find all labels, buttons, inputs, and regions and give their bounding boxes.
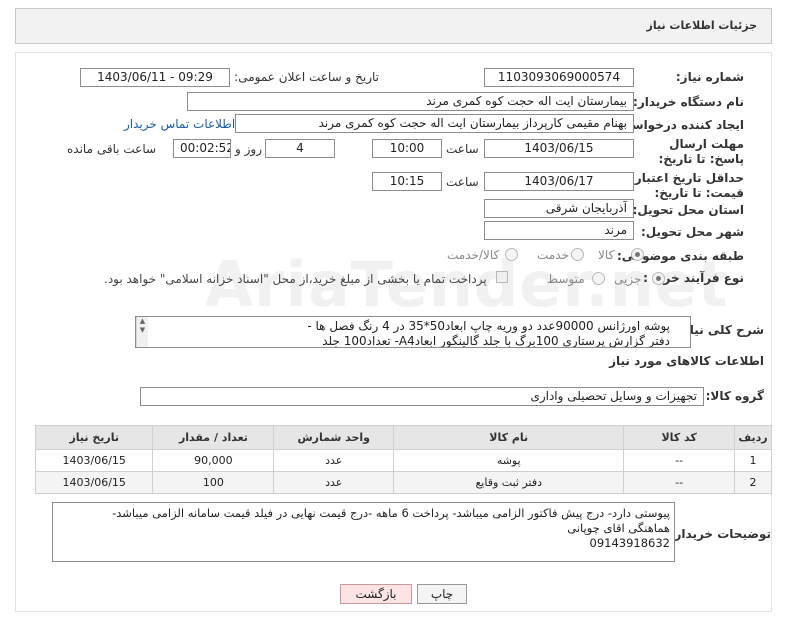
remaining-time-field[interactable]: 00:02:52 [173,139,231,158]
category-radio-both[interactable] [505,248,518,261]
deadline-time-field[interactable]: 10:00 [372,139,442,158]
validity-time-label: ساعت [446,175,479,189]
table-row: 1 -- پوشه عدد 90,000 1403/06/15 [34,449,773,472]
description-line-1: پوشه اورژانس 90000عدد دو وریه چاپ ابعاد5… [307,319,670,333]
process-radio-minor[interactable] [652,272,665,285]
buyer-notes-label: توضیحات خریدار: [669,527,771,541]
buyer-org-label: نام دستگاه خریدار: [633,95,744,109]
announce-label: تاریخ و ساعت اعلان عمومی: [234,70,379,84]
table-header-row: ردیف کد کالا نام کالا واحد شمارش تعداد /… [34,425,773,450]
need-number-label: شماره نیاز: [675,70,744,84]
col-header-name: نام کالا [393,425,625,450]
cell-unit: عدد [273,471,395,494]
category-option-both: کالا/خدمت [447,248,500,262]
cell-need-date: 1403/06/15 [34,449,154,472]
category-radio-service[interactable] [571,248,584,261]
buyer-notes-textarea[interactable]: پیوستی دارد- درج پیش فاکتور الزامی میباش… [52,502,675,562]
city-label: شهر محل تحویل: [640,225,744,239]
city-field[interactable]: مرند [484,221,634,240]
cell-unit: عدد [273,449,395,472]
cell-code: -- [623,449,735,472]
validity-time-field[interactable]: 10:15 [372,172,442,191]
province-field[interactable]: آذربایجان شرقی [484,199,634,218]
validity-date-field[interactable]: 1403/06/17 [484,172,634,191]
process-option-medium: متوسط [547,272,585,286]
treasury-checkbox[interactable] [496,271,508,283]
print-button[interactable]: چاپ [417,584,467,604]
col-header-code: کد کالا [623,425,735,450]
cell-quantity: 100 [152,471,275,494]
deadline-date-field[interactable]: 1403/06/15 [484,139,634,158]
header-panel: جزئیات اطلاعات نیاز [15,8,772,44]
deadline-label: مهلت ارسال پاسخ: تا تاریخ: [658,137,745,166]
cell-code: -- [623,471,735,494]
buyer-notes-line-3: 09143918632 [589,536,670,550]
process-option-minor: جزیی [614,272,642,286]
process-radio-medium[interactable] [592,272,605,285]
cell-name: پوشه [393,449,625,472]
category-option-goods: کالا [598,248,615,262]
cell-need-date: 1403/06/15 [34,471,154,494]
table-row: 2 -- دفتر ثبت وقایع عدد 100 1403/06/15 [34,471,773,494]
days-label: روز و [235,142,262,156]
contact-info-link[interactable]: اطلاعات تماس خریدار [124,117,235,131]
category-option-service: خدمت [537,248,569,262]
panel-title: جزئیات اطلاعات نیاز [646,19,758,32]
category-radio-goods[interactable] [631,248,644,261]
goods-group-field[interactable]: تجهیزات و وسایل تحصیلی واداری [140,387,704,406]
deadline-time-label: ساعت [446,142,479,156]
col-header-row-number: ردیف [733,425,773,450]
need-number-field[interactable]: 1103093069000574 [484,68,634,87]
cell-quantity: 90,000 [152,449,275,472]
items-table: ردیف کد کالا نام کالا واحد شمارش تعداد /… [34,425,773,494]
scroll-up-icon[interactable]: ▲ [137,317,148,326]
creator-field[interactable]: بهنام مقیمی کارپرداز بیمارستان ایت اله ح… [235,114,634,133]
col-header-quantity: تعداد / مقدار [152,425,275,450]
remaining-label: ساعت باقی مانده [67,142,157,156]
buyer-org-field[interactable]: بیمارستان ایت اله حجت کوه کمری مرند [187,92,634,111]
announce-datetime-field[interactable]: 1403/06/11 - 09:29 [80,68,230,87]
scroll-down-icon[interactable]: ▼ [137,326,148,335]
description-textarea[interactable]: پوشه اورژانس 90000عدد دو وریه چاپ ابعاد5… [135,316,691,348]
description-scrollbar[interactable]: ▲ ▼ [136,317,148,347]
description-line-2: دفتر گزارش پرستاری 100برگ با جلد گالینگو… [322,334,670,348]
cell-row-number: 2 [733,471,773,494]
col-header-need-date: تاریخ نیاز [34,425,154,450]
buyer-notes-line-2: هماهنگی اقای چوپانی [567,521,670,535]
goods-info-title: اطلاعات کالاهای مورد نیاز [609,354,764,368]
buyer-notes-line-1: پیوستی دارد- درج پیش فاکتور الزامی میباش… [112,506,670,520]
goods-group-label: گروه کالا: [705,389,764,403]
col-header-unit: واحد شمارش [273,425,395,450]
province-label: استان محل تحویل: [632,203,744,217]
cell-row-number: 1 [733,449,773,472]
cell-name: دفتر ثبت وقایع [393,471,625,494]
payment-note: پرداخت تمام یا بخشی از مبلغ خرید،از محل … [104,272,487,286]
days-field[interactable]: 4 [265,139,335,158]
back-button[interactable]: بازگشت [340,584,412,604]
